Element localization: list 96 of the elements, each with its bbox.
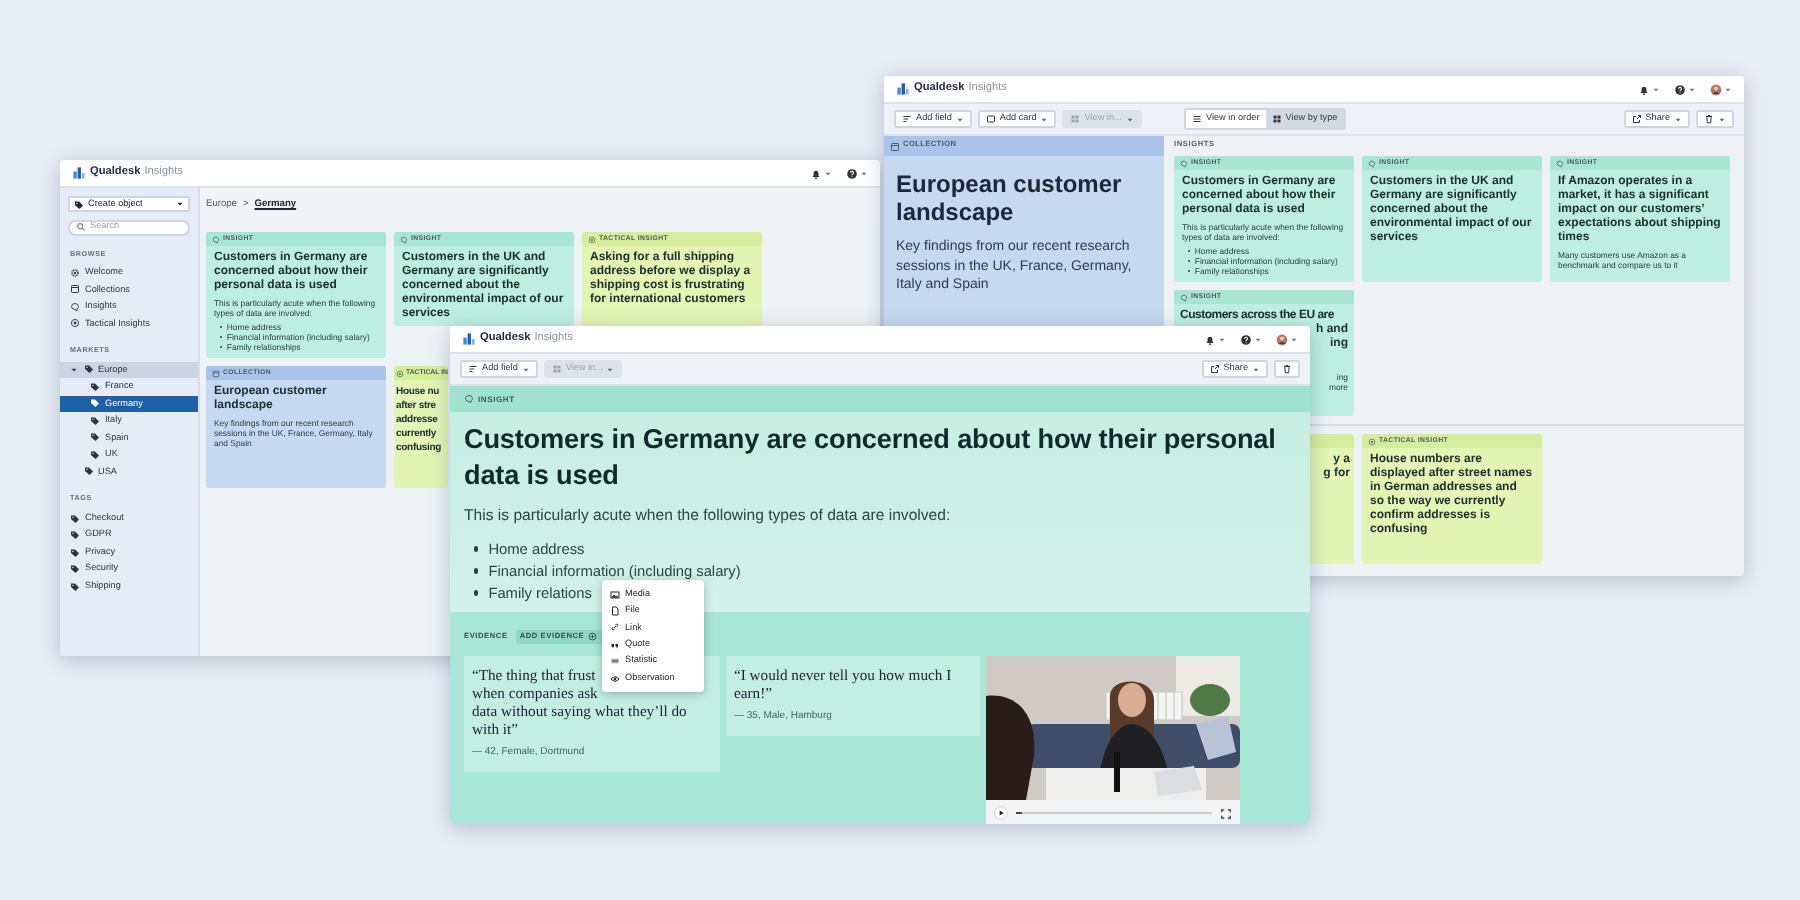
trash-icon [1704, 114, 1714, 124]
link-icon [610, 622, 620, 633]
fields-icon [468, 364, 478, 374]
trash-icon [1282, 364, 1292, 374]
trash-button[interactable] [1274, 360, 1300, 378]
tag-icon [70, 530, 80, 541]
caret-icon [1218, 335, 1226, 343]
collection-title: European customer landscape [894, 168, 1124, 226]
caret-icon [955, 115, 964, 123]
bullet-icon [474, 568, 479, 574]
card-icon [985, 114, 996, 124]
collection-icon [212, 369, 220, 377]
eye-icon [610, 673, 620, 684]
chat-bubble-icon [400, 235, 408, 243]
caret-icon [1254, 335, 1262, 343]
account-menu[interactable] [1276, 333, 1298, 345]
trash-button[interactable] [1696, 110, 1734, 128]
chat-bubble-icon [1368, 159, 1376, 167]
chat-bubble-icon [1556, 159, 1564, 167]
gear-icon [70, 267, 80, 278]
tag-icon [83, 364, 93, 375]
chat-bubble-icon [1180, 293, 1188, 301]
caret-icon [1252, 365, 1260, 373]
help-icon [1674, 83, 1686, 95]
caret-icon [1718, 115, 1726, 123]
bell-icon [810, 167, 822, 179]
chat-bubble-icon [1180, 159, 1188, 167]
avatar-icon [1276, 333, 1288, 345]
help-icon [846, 167, 858, 179]
tag-icon [90, 381, 100, 392]
bell-icon [1638, 83, 1650, 95]
logo-icon [896, 82, 910, 96]
chat-bubble-icon [70, 301, 80, 312]
collection-icon [70, 284, 80, 295]
notifications-menu[interactable] [810, 167, 832, 179]
caret-icon [521, 365, 530, 373]
grid-icon [551, 364, 562, 374]
tag-icon [70, 581, 80, 592]
list-icon [1192, 114, 1202, 124]
caret-icon [860, 169, 868, 177]
play-button[interactable] [994, 806, 1008, 820]
tag-icon [74, 199, 84, 209]
share-icon [1631, 114, 1642, 124]
target-icon [396, 369, 404, 377]
caret-icon [176, 200, 184, 208]
help-menu[interactable] [1240, 333, 1262, 345]
tag-icon [90, 449, 100, 460]
account-menu[interactable] [1710, 83, 1732, 95]
caret-icon [824, 169, 832, 177]
bullet-icon [474, 590, 479, 596]
insight-card[interactable] [206, 232, 386, 358]
fullscreen-icon [1220, 807, 1232, 819]
tag-icon [90, 398, 100, 409]
tag-icon [70, 513, 80, 524]
target-icon [588, 235, 596, 243]
insight-card[interactable] [1174, 156, 1354, 282]
notifications-menu[interactable] [1204, 333, 1226, 345]
play-icon [994, 806, 1008, 820]
card-header [1310, 434, 1354, 448]
insight-title: Customers in Germany are concerned about how their personal data is used [464, 422, 1278, 494]
help-icon [1240, 333, 1252, 345]
plus-icon [588, 632, 598, 642]
lines-icon [610, 656, 620, 667]
grid-icon [1271, 114, 1282, 124]
fullscreen-button[interactable] [1220, 807, 1232, 819]
chat-bubble-icon [464, 394, 474, 404]
target-icon [70, 318, 80, 329]
caret-icon [1290, 335, 1298, 343]
bell-icon [1204, 333, 1216, 345]
avatar-icon [1710, 83, 1722, 95]
caret-icon [1674, 115, 1682, 123]
chat-bubble-icon [212, 235, 220, 243]
image-icon [610, 589, 620, 600]
tag-icon [70, 547, 80, 558]
collection-icon [890, 141, 900, 151]
caret-icon [1040, 115, 1049, 123]
notifications-menu[interactable] [1638, 83, 1660, 95]
tag-icon [70, 564, 80, 575]
tag-icon [90, 432, 100, 443]
caret-icon [1724, 85, 1732, 93]
grid-icon [1070, 114, 1081, 124]
logo-icon [72, 166, 86, 180]
quote-icon [610, 639, 620, 650]
caret-icon [1688, 85, 1696, 93]
logo-icon [462, 332, 476, 346]
target-icon [1368, 437, 1376, 445]
bullet-icon [474, 546, 479, 552]
help-menu[interactable] [846, 167, 868, 179]
caret-icon [1652, 85, 1660, 93]
tag-icon [83, 466, 93, 477]
tag-icon [90, 415, 100, 426]
share-icon [1209, 364, 1220, 374]
file-icon [610, 606, 620, 617]
help-menu[interactable] [1674, 83, 1696, 95]
fields-icon [902, 114, 912, 124]
search-icon [76, 222, 86, 233]
